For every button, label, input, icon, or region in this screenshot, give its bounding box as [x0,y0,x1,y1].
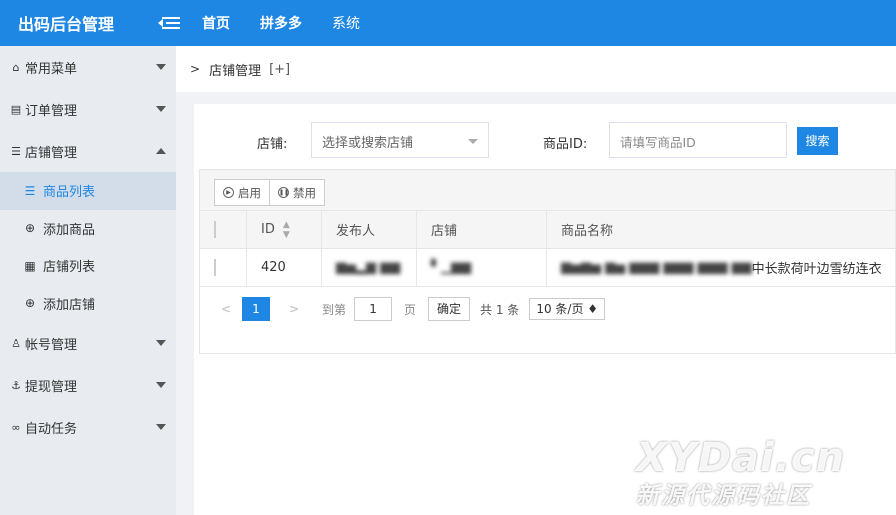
cell-id: 420 [246,249,321,286]
goods-table: ▶ 启用 ❚❚ 禁用 ID ▲ ▼ 发布人 店铺 商品名称 420 ▆▅▂▆ ▆▆ … [199,169,896,354]
header-id-label: ID [261,222,275,237]
sidebar-group-stores[interactable]: ☰ 店铺管理 [0,130,176,172]
nav-system[interactable]: 系统 [332,13,360,33]
cell-goods-name-visible: 中长款荷叶边雪纺连衣 [751,262,882,277]
top-nav: 首页 拼多多 系统 [202,13,390,33]
user-icon: ♙ [11,336,21,350]
goto-label: 到第 [322,302,347,317]
cell-publisher: ▆▅▂▆ ▆▆ [321,249,416,286]
plus-circle-icon: ⊕ [24,221,36,236]
header-store: 店铺 [416,211,546,248]
sidebar-group-label: 自动任务 [25,421,78,437]
app-logo: 出码后台管理 [18,15,115,34]
cell-store: ▘▁▆▆ [416,249,546,286]
sidebar-item-label: 商品列表 [43,185,96,201]
header-id[interactable]: ID ▲ ▼ [246,211,321,248]
table-row: 420 ▆▅▂▆ ▆▆ ▘▁▆▆ ▆▅▆▅ ▆▅ ▆▆▆ ▆▆▆ ▆▆▆ ▆▆ … [200,249,895,287]
store-label: 店铺: [257,137,288,152]
goto-confirm-button[interactable]: 确定 [428,297,471,321]
prev-page-button[interactable]: < [212,297,240,321]
goods-id-label: 商品ID: [543,137,588,152]
sidebar-group-orders[interactable]: ▤ 订单管理 [0,88,176,130]
sidebar-item-label: 添加商品 [43,222,96,238]
header-publisher: 发布人 [321,211,416,248]
chevron-down-icon [156,382,166,388]
watermark: XYDai.cn 新源代源码社区 [636,434,876,510]
sidebar-item-add-goods[interactable]: ⊕ 添加商品 [0,209,176,247]
cell-goods-name: ▆▅▆▅ ▆▅ ▆▆▆ ▆▆▆ ▆▆▆ ▆▆ 中长款荷叶边雪纺连衣 [546,249,895,286]
order-icon: ▤ [10,102,22,116]
menu-collapse-icon[interactable] [158,16,180,30]
chevron-down-icon [156,424,166,430]
watermark-domain: XYDai.cn [636,435,846,481]
disable-button[interactable]: ❚❚ 禁用 [270,179,325,206]
cell-goods-name-blurred: ▆▅▆▅ ▆▅ ▆▆▆ ▆▆▆ ▆▆▆ ▆▆ [561,260,752,275]
next-page-button[interactable]: > [280,297,308,321]
page-1-button[interactable]: 1 [242,297,270,321]
sidebar-item-label: 店铺列表 [43,260,96,276]
dropdown-arrow-icon [468,139,478,144]
sidebar-group-label: 店铺管理 [25,145,78,161]
home-icon: ⌂ [12,60,20,74]
breadcrumb-title[interactable]: 店铺管理 [209,60,261,79]
search-form: 店铺: 选择或搜索店铺 商品ID: 请填写商品ID 搜索 [194,122,896,158]
page-size-select[interactable]: 10 条/页 ♦ [529,298,606,320]
enable-button-label: 启用 [238,185,261,200]
sidebar-group-common[interactable]: ⌂ 常用菜单 [0,46,176,88]
goto-page-input[interactable]: 1 [354,297,393,321]
sidebar: ⌂ 常用菜单 ▤ 订单管理 ☰ 店铺管理 ☰ 商品列表 ⊕ 添加商品 ▦ 店铺列… [0,46,176,515]
list-icon: ☰ [24,183,36,198]
sidebar-item-label: 添加店铺 [43,297,96,313]
sidebar-item-add-store[interactable]: ⊕ 添加店铺 [0,284,176,322]
watermark-text: 新源代源码社区 [636,483,811,509]
sidebar-group-label: 订单管理 [25,103,78,119]
table-header: ID ▲ ▼ 发布人 店铺 商品名称 [200,211,895,249]
sidebar-group-accounts[interactable]: ♙ 帐号管理 [0,322,176,364]
store-select[interactable]: 选择或搜索店铺 [311,122,489,158]
sidebar-group-withdraw[interactable]: ⚓ 提现管理 [0,364,176,406]
cell-store-value: ▘▁▆▆ [431,260,471,275]
sidebar-group-label: 常用菜单 [25,61,78,77]
plus-circle-icon: ⊕ [24,296,36,311]
chevron-up-icon [156,148,166,154]
goods-id-input[interactable]: 请填写商品ID [609,122,787,158]
chevron-down-icon [156,106,166,112]
chevron-down-icon [156,64,166,70]
breadcrumb-arrow: > [190,62,201,76]
total-count: 共 1 条 [480,302,520,317]
pause-icon: ❚❚ [278,187,290,198]
sidebar-group-tasks[interactable]: ∞ 自动任务 [0,406,176,448]
store-select-placeholder: 选择或搜索店铺 [322,136,414,151]
anchor-icon: ⚓ [11,378,21,392]
play-icon: ▶ [223,187,234,198]
search-button[interactable]: 搜索 [797,127,838,155]
breadcrumb: > 店铺管理 [+] [176,46,896,92]
sidebar-group-label: 帐号管理 [25,337,78,353]
link-icon: ∞ [11,420,21,434]
grid-icon: ▦ [24,258,36,273]
cell-publisher-value: ▆▅▂▆ ▆▆ [336,260,401,275]
sidebar-item-goods-list[interactable]: ☰ 商品列表 [0,172,176,210]
page-unit: 页 [404,302,417,317]
sidebar-group-label: 提现管理 [25,379,78,395]
nav-home[interactable]: 首页 [202,13,230,33]
select-all-checkbox[interactable] [214,221,216,238]
table-toolbar: ▶ 启用 ❚❚ 禁用 [200,170,895,211]
enable-button[interactable]: ▶ 启用 [214,179,270,206]
disable-button-label: 禁用 [293,185,316,200]
header-goods-name: 商品名称 [546,211,895,248]
row-checkbox-cell [200,259,246,276]
sort-icon[interactable]: ▲ ▼ [283,220,290,240]
open-tab-button[interactable]: [+] [269,62,290,77]
list-icon: ☰ [11,144,21,158]
pagination: < 1 > 到第 1 页 确定 共 1 条 10 条/页 ♦ [200,287,895,331]
top-header: 出码后台管理 首页 拼多多 系统 [0,0,896,46]
sidebar-item-store-list[interactable]: ▦ 店铺列表 [0,247,176,285]
header-checkbox-cell [200,221,246,238]
chevron-down-icon [156,340,166,346]
nav-pinduoduo[interactable]: 拼多多 [260,13,302,33]
row-checkbox[interactable] [214,259,216,276]
